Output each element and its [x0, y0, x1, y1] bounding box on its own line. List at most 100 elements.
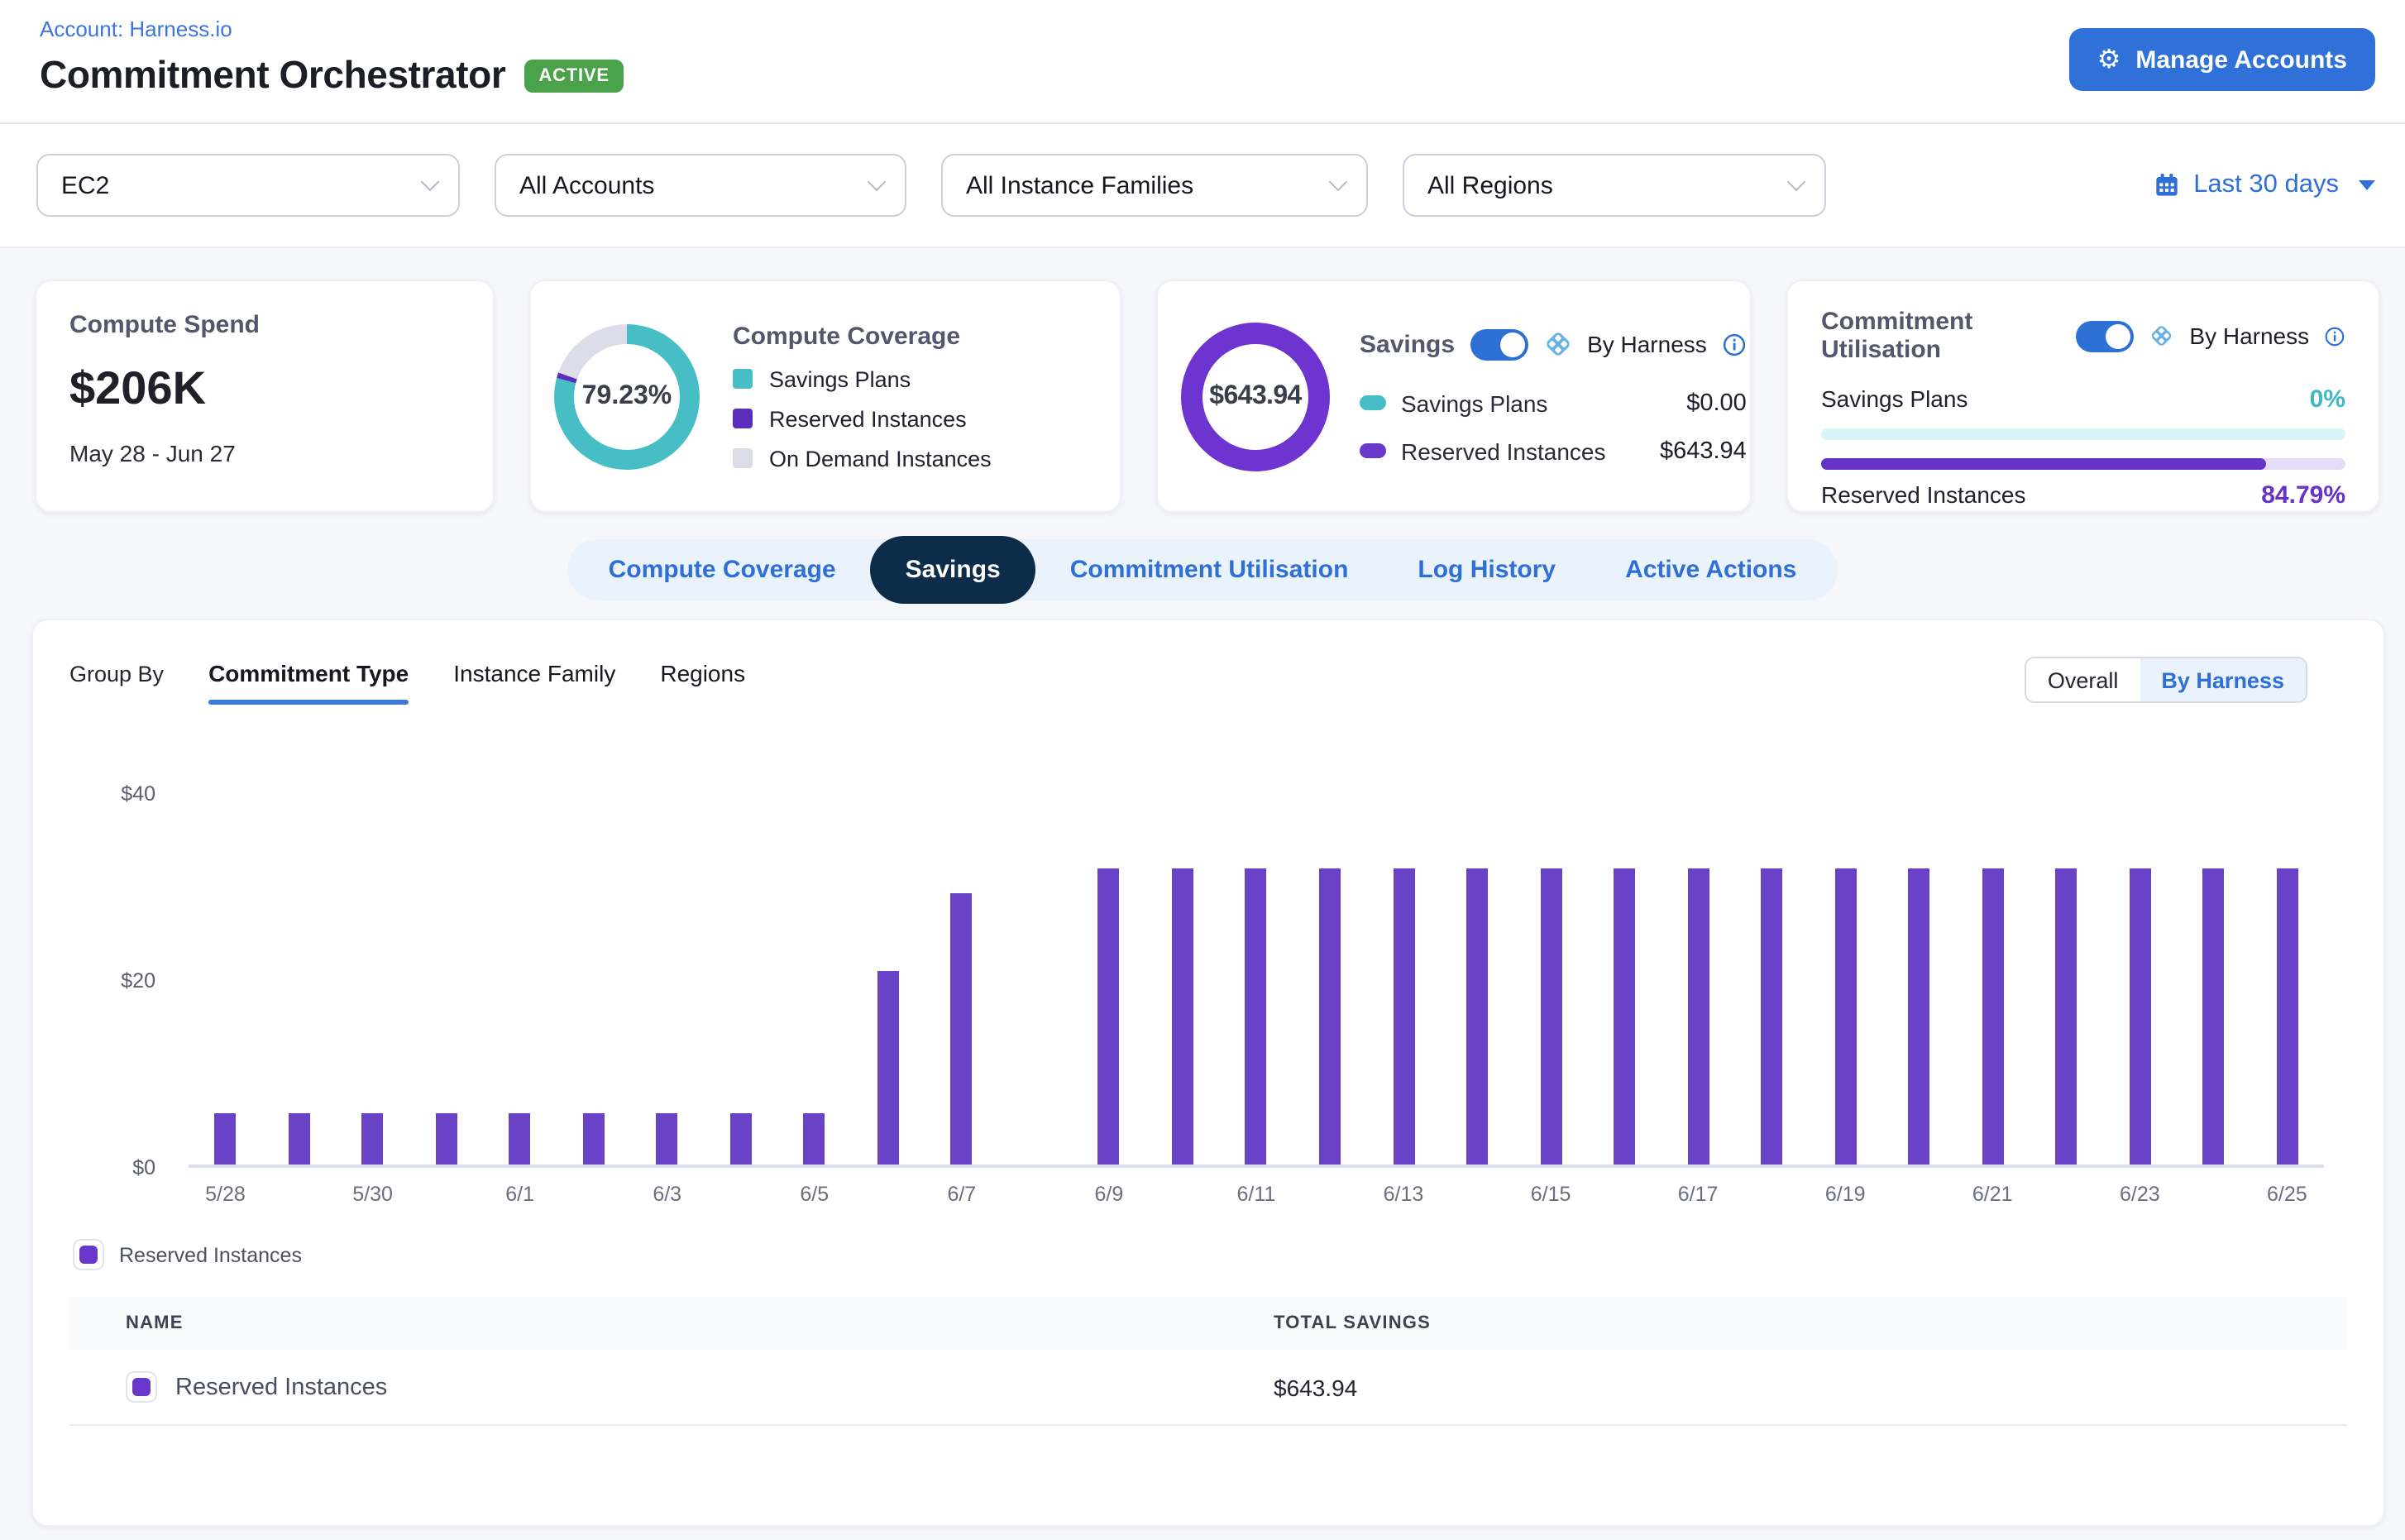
service-select[interactable]: EC2 — [36, 154, 460, 217]
page-header: Account: Harness.io Commitment Orchestra… — [0, 0, 2405, 124]
bar-slot — [1072, 794, 1145, 1165]
x-tick-label: 6/7 — [925, 1183, 998, 1206]
bar-slot — [777, 794, 851, 1165]
legend-label: Reserved Instances — [769, 406, 967, 431]
utilisation-by-harness-toggle[interactable] — [2076, 320, 2134, 352]
account-link[interactable]: Account: Harness.io — [40, 17, 232, 41]
caret-down-icon — [2359, 180, 2375, 190]
x-tick-label — [1441, 1183, 1514, 1206]
bar-slot — [557, 794, 630, 1165]
compute-spend-card: Compute Spend $206K May 28 - Jun 27 — [35, 280, 495, 513]
tab-commitment-utilisation[interactable]: Commitment Utilisation — [1035, 556, 1384, 584]
x-tick-label: 6/5 — [777, 1183, 851, 1206]
reserved-instances-swatch — [1360, 443, 1386, 458]
bar-plot — [189, 794, 2324, 1168]
savings-table: NAME TOTAL SAVINGS Reserved Instances $6… — [69, 1297, 2347, 1426]
bar-slot — [630, 794, 704, 1165]
bar-6/4 — [730, 1112, 752, 1165]
title-row: Commitment Orchestrator ACTIVE — [40, 53, 624, 98]
bar-slot — [1514, 794, 1588, 1165]
app-root: Account: Harness.io Commitment Orchestra… — [0, 0, 2405, 1540]
info-icon[interactable] — [2324, 323, 2345, 348]
bar-6/11 — [1246, 868, 1267, 1165]
x-tick-label — [2177, 1183, 2250, 1206]
group-by-label: Group By — [69, 662, 164, 705]
table-row: Reserved Instances $643.94 — [69, 1350, 2347, 1426]
bar-6/25 — [2276, 868, 2297, 1165]
reserved-instances-swatch — [132, 1378, 151, 1396]
bar-slot — [409, 794, 483, 1165]
savings-by-harness-toggle[interactable] — [1470, 328, 1528, 360]
legend-item: On Demand Instances — [733, 446, 992, 471]
accounts-select[interactable]: All Accounts — [495, 154, 906, 217]
chart-legend: Reserved Instances — [73, 1239, 2347, 1270]
tab-log-history[interactable]: Log History — [1383, 556, 1590, 584]
segment-overall[interactable]: Overall — [2026, 658, 2140, 701]
savings-plans-swatch — [733, 369, 753, 389]
savings-row-savings-plans: Savings Plans $0.00 — [1360, 390, 1747, 416]
x-tick-label: 5/30 — [336, 1183, 409, 1206]
group-by-row: Group By Commitment Type Instance Family… — [69, 660, 2347, 705]
table-header: NAME TOTAL SAVINGS — [69, 1297, 2347, 1350]
x-tick-label: 6/13 — [1367, 1183, 1441, 1206]
manage-accounts-label: Manage Accounts — [2135, 45, 2347, 74]
tab-active-actions[interactable]: Active Actions — [1590, 556, 1831, 584]
bar-6/1 — [509, 1112, 531, 1165]
compute-spend-title: Compute Spend — [69, 311, 460, 339]
tab-compute-coverage[interactable]: Compute Coverage — [574, 556, 871, 584]
y-axis-label: $20 — [69, 969, 155, 992]
chevron-down-icon — [1787, 173, 1806, 192]
x-tick-label — [2030, 1183, 2103, 1206]
regions-select[interactable]: All Regions — [1403, 154, 1826, 217]
accounts-select-value: All Accounts — [519, 171, 654, 199]
column-header-total-savings: TOTAL SAVINGS — [1264, 1313, 2347, 1333]
group-by-regions[interactable]: Regions — [660, 660, 745, 705]
savings-bar-chart: $0 $20 $40 5/285/306/16/36/56/76/96/116/… — [69, 794, 2347, 1206]
bar-slot — [2250, 794, 2324, 1165]
manage-accounts-button[interactable]: ⚙ Manage Accounts — [2069, 28, 2375, 91]
savings-title: Savings — [1360, 330, 1455, 358]
bar-slot — [1367, 794, 1441, 1165]
bar-6/23 — [2129, 868, 2150, 1165]
gear-icon: ⚙ — [2097, 46, 2121, 73]
bar-6/9 — [1098, 868, 1120, 1165]
bar-slot — [1662, 794, 1735, 1165]
bar-5/29 — [289, 1112, 310, 1165]
tab-savings[interactable]: Savings — [871, 536, 1035, 604]
x-tick-label — [262, 1183, 336, 1206]
bar-slot — [1588, 794, 1662, 1165]
bar-slot — [1441, 794, 1514, 1165]
group-by-instance-family[interactable]: Instance Family — [453, 660, 615, 705]
bar-6/14 — [1466, 868, 1488, 1165]
segment-by-harness[interactable]: By Harness — [2140, 658, 2306, 701]
bar-5/30 — [362, 1112, 384, 1165]
compute-coverage-title: Compute Coverage — [733, 322, 992, 350]
x-tick-label — [1735, 1183, 1809, 1206]
x-tick-label: 6/25 — [2250, 1183, 2324, 1206]
chevron-down-icon — [1329, 173, 1348, 192]
info-icon[interactable] — [1722, 332, 1747, 356]
instance-families-select-value: All Instance Families — [966, 171, 1193, 199]
savings-card: $643.94 Savings By Harnes — [1156, 280, 1752, 513]
bar-slot — [1293, 794, 1366, 1165]
service-select-value: EC2 — [61, 171, 109, 199]
bar-slot — [925, 794, 998, 1165]
savings-total: $643.94 — [1209, 381, 1302, 411]
bar-slot — [1145, 794, 1219, 1165]
instance-families-select[interactable]: All Instance Families — [941, 154, 1368, 217]
row-label: Reserved Instances — [1401, 438, 1605, 464]
x-tick-label: 5/28 — [189, 1183, 262, 1206]
bar-5/28 — [215, 1112, 237, 1165]
date-range-picker[interactable]: Last 30 days — [2154, 170, 2375, 200]
overall-byharness-segmented-control: Overall By Harness — [2025, 657, 2307, 703]
bar-6/10 — [1172, 868, 1193, 1165]
x-tick-label — [1293, 1183, 1366, 1206]
x-tick-label — [557, 1183, 630, 1206]
chevron-down-icon — [421, 173, 440, 192]
legend-checkbox-reserved-instances[interactable] — [73, 1239, 104, 1270]
commitment-utilisation-card: Commitment Utilisation By Harness — [1786, 280, 2380, 513]
group-by-commitment-type[interactable]: Commitment Type — [208, 660, 409, 705]
bar-slot — [336, 794, 409, 1165]
legend-item: Reserved Instances — [733, 406, 992, 431]
legend-item: Savings Plans — [733, 366, 992, 391]
